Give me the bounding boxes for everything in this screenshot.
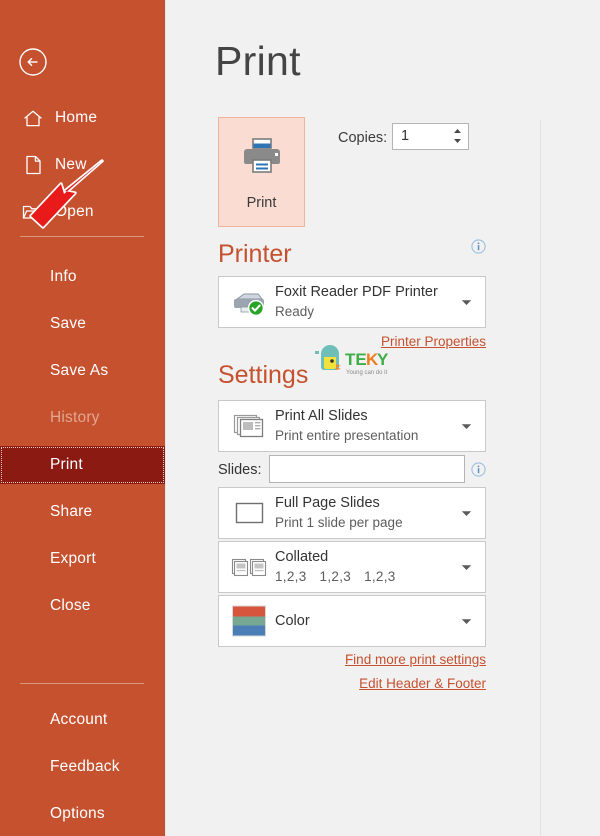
printer-select-text: Foxit Reader PDF Printer Ready	[275, 277, 438, 327]
sidebar-item-save-as[interactable]: Save As	[0, 352, 165, 390]
print-color-title: Color	[275, 613, 310, 629]
sidebar-item-label: Feedback	[50, 758, 120, 775]
chevron-down-icon[interactable]	[461, 504, 472, 522]
sidebar-item-label: Account	[50, 711, 108, 728]
chevron-down-icon[interactable]	[461, 293, 472, 311]
print-layout-text: Full Page Slides Print 1 slide per page	[275, 488, 403, 538]
sidebar-item-feedback[interactable]: Feedback	[0, 748, 165, 786]
sidebar-item-history: History	[0, 399, 165, 437]
find-more-print-settings-link[interactable]: Find more print settings	[345, 652, 486, 667]
teky-watermark-logo: TE K Y Young can do it	[313, 345, 399, 381]
sidebar-item-label: Open	[55, 203, 94, 220]
sidebar-item-label: New	[55, 156, 87, 173]
printer-status: Ready	[275, 304, 315, 319]
chevron-down-icon[interactable]	[461, 612, 472, 630]
printer-select[interactable]: Foxit Reader PDF Printer Ready	[218, 276, 486, 328]
powerpoint-backstage-print-screen: Home New Open Info Save Save As History …	[0, 0, 600, 836]
printer-section-heading: Printer	[218, 240, 292, 268]
chevron-down-icon[interactable]	[461, 558, 472, 576]
printer-name: Foxit Reader PDF Printer	[275, 284, 438, 300]
sidebar-item-label: Home	[55, 109, 98, 126]
collate-icon	[230, 554, 268, 580]
edit-header-footer-link[interactable]: Edit Header & Footer	[359, 676, 486, 691]
svg-text:K: K	[366, 350, 379, 369]
sidebar-item-new[interactable]: New	[0, 146, 165, 184]
printer-icon	[240, 136, 284, 181]
print-layout-subtitle: Print 1 slide per page	[275, 515, 403, 530]
sidebar-item-account[interactable]: Account	[0, 701, 165, 739]
full-page-icon	[230, 499, 268, 527]
sidebar-divider-top	[20, 236, 144, 237]
copies-increment-button[interactable]	[453, 128, 462, 134]
print-color-text: Color	[275, 596, 310, 646]
watermark-tagline: Young can do it	[346, 370, 387, 376]
slides-input[interactable]	[269, 455, 465, 483]
sidebar-item-label: Options	[50, 805, 105, 822]
back-arrow-icon	[19, 48, 47, 76]
svg-text:Y: Y	[377, 350, 389, 369]
collate-seq-3: 1,2,3	[364, 569, 396, 584]
sidebar-item-open[interactable]: Open	[0, 193, 165, 231]
print-collation-title: Collated	[275, 549, 329, 565]
sidebar-item-options[interactable]: Options	[0, 795, 165, 833]
slides-info-icon[interactable]	[471, 462, 486, 477]
sidebar-item-label: Save As	[50, 362, 109, 379]
sidebar-item-close[interactable]: Close	[0, 587, 165, 625]
new-document-icon	[20, 153, 46, 177]
sidebar-item-save[interactable]: Save	[0, 305, 165, 343]
sidebar-item-label: Print	[50, 456, 83, 473]
sidebar-item-export[interactable]: Export	[0, 540, 165, 578]
sidebar-divider-bottom	[20, 683, 144, 684]
settings-section-heading: Settings	[218, 361, 309, 389]
print-button-label: Print	[246, 195, 277, 211]
print-layout-select[interactable]: Full Page Slides Print 1 slide per page	[218, 487, 486, 539]
print-layout-title: Full Page Slides	[275, 495, 380, 511]
panel-left-edge	[165, 0, 166, 836]
print-range-text: Print All Slides Print entire presentati…	[275, 401, 418, 451]
slides-stack-icon	[230, 412, 268, 440]
collate-seq-2: 1,2,3	[319, 569, 352, 584]
sidebar-item-label: Close	[50, 597, 91, 614]
watermark-brand: TE	[345, 350, 367, 369]
backstage-sidebar: Home New Open Info Save Save As History …	[0, 0, 165, 836]
page-title: Print	[215, 38, 301, 84]
open-folder-icon	[20, 200, 46, 224]
copies-stepper[interactable]: 1	[392, 123, 469, 150]
print-collation-select[interactable]: Collated 1,2,3 1,2,3 1,2,3	[218, 541, 486, 593]
slides-label: Slides:	[218, 462, 262, 478]
printer-status-ready-icon	[230, 287, 268, 317]
copies-value: 1	[401, 128, 410, 144]
copies-label: Copies:	[338, 130, 388, 146]
sidebar-item-label: Info	[50, 268, 77, 285]
sidebar-item-label: Share	[50, 503, 93, 520]
printer-properties-link[interactable]: Printer Properties	[381, 334, 486, 349]
print-settings-panel: Print Print Copies: 1 Printer Foxit Read…	[165, 0, 600, 836]
sidebar-item-label: History	[50, 409, 100, 426]
home-icon	[20, 106, 46, 130]
print-button[interactable]: Print	[218, 117, 305, 227]
panel-vertical-separator	[540, 120, 541, 836]
print-range-select[interactable]: Print All Slides Print entire presentati…	[218, 400, 486, 452]
color-swatch-icon	[230, 605, 268, 637]
print-collation-sequence: 1,2,3 1,2,3 1,2,3	[275, 568, 409, 586]
chevron-down-icon[interactable]	[461, 417, 472, 435]
sidebar-item-info[interactable]: Info	[0, 258, 165, 296]
sidebar-item-label: Export	[50, 550, 96, 567]
sidebar-item-label: Save	[50, 315, 87, 332]
print-color-select[interactable]: Color	[218, 595, 486, 647]
sidebar-item-share[interactable]: Share	[0, 493, 165, 531]
sidebar-item-print[interactable]: Print	[0, 446, 165, 484]
print-range-subtitle: Print entire presentation	[275, 428, 419, 443]
collate-seq-1: 1,2,3	[275, 569, 307, 584]
print-collation-text: Collated 1,2,3 1,2,3 1,2,3	[275, 542, 409, 592]
print-range-title: Print All Slides	[275, 408, 368, 424]
copies-decrement-button[interactable]	[453, 138, 462, 144]
back-button[interactable]	[18, 47, 48, 77]
printer-info-icon[interactable]	[471, 239, 486, 254]
sidebar-item-home[interactable]: Home	[0, 99, 165, 137]
